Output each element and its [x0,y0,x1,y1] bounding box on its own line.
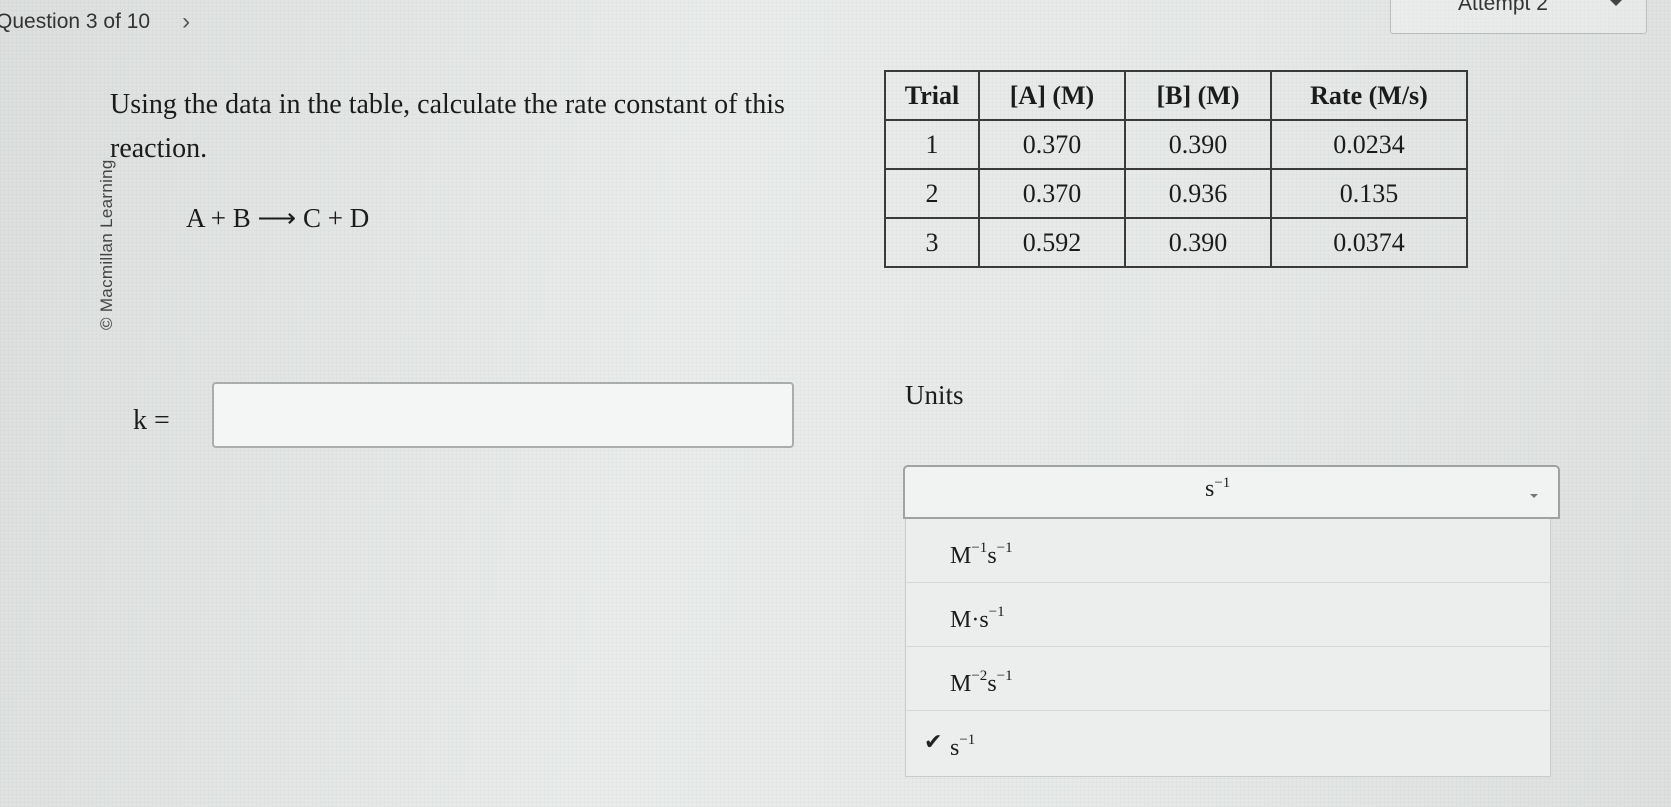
question-prompt: Using the data in the table, calculate t… [110,89,785,164]
units-option-m-inv-s-inv[interactable]: M−1s−1 [906,519,1550,583]
table-cell: 2 [884,168,980,219]
next-question-chevron-icon[interactable]: › [182,8,190,36]
table-cell: 0.0234 [1270,119,1468,170]
table-header: [B] (M) [1124,70,1272,121]
units-menu: M−1s−1 M·s−1 M−2s−1 ✔ s−1 [905,519,1551,777]
question-progress: Question 3 of 10 [0,10,151,33]
units-selected-value: s−1 [1205,475,1231,502]
table-header: [A] (M) [978,70,1126,121]
table-cell: 0.370 [978,119,1126,170]
table-cell: 1 [884,119,980,170]
units-label: Units [905,380,964,410]
table-row: 3 0.592 0.390 0.0374 [884,217,1468,268]
table-cell: 0.936 [1124,168,1272,219]
table-header-row: Trial [A] (M) [B] (M) Rate (M/s) [884,70,1468,121]
copyright-notice: © Macmillan Learning [97,159,116,330]
rate-data-table: Trial [A] (M) [B] (M) Rate (M/s) 1 0.370… [884,70,1468,268]
question-nav: Question 3 of 10 › [0,8,190,36]
table-cell: 0.390 [1124,119,1272,170]
check-icon: ✔ [924,730,943,755]
chevron-down-icon [1530,494,1538,498]
table-row: 2 0.370 0.936 0.135 [884,168,1468,219]
table-cell: 0.592 [978,217,1126,268]
attempt-label: Attempt 2 [1458,0,1548,15]
table-cell: 0.135 [1270,168,1468,219]
table-row: 1 0.370 0.390 0.0234 [884,119,1468,170]
table-cell: 3 [884,217,980,268]
reaction-equation: A + B ⟶ C + D [186,203,370,233]
units-option-m-s-inv[interactable]: M·s−1 [906,583,1550,647]
units-option-s-inv[interactable]: ✔ s−1 [906,711,1550,774]
table-cell: 0.0374 [1270,217,1468,268]
units-option-m-inv2-s-inv[interactable]: M−2s−1 [906,647,1550,711]
table-header: Rate (M/s) [1270,70,1468,121]
k-label: k = [133,405,170,436]
table-header: Trial [884,70,980,121]
table-cell: 0.390 [1124,217,1272,268]
k-value-input[interactable] [212,382,794,448]
attempt-caret-icon[interactable] [1608,0,1624,6]
units-dropdown[interactable]: s−1 [903,465,1560,519]
table-cell: 0.370 [978,168,1126,219]
